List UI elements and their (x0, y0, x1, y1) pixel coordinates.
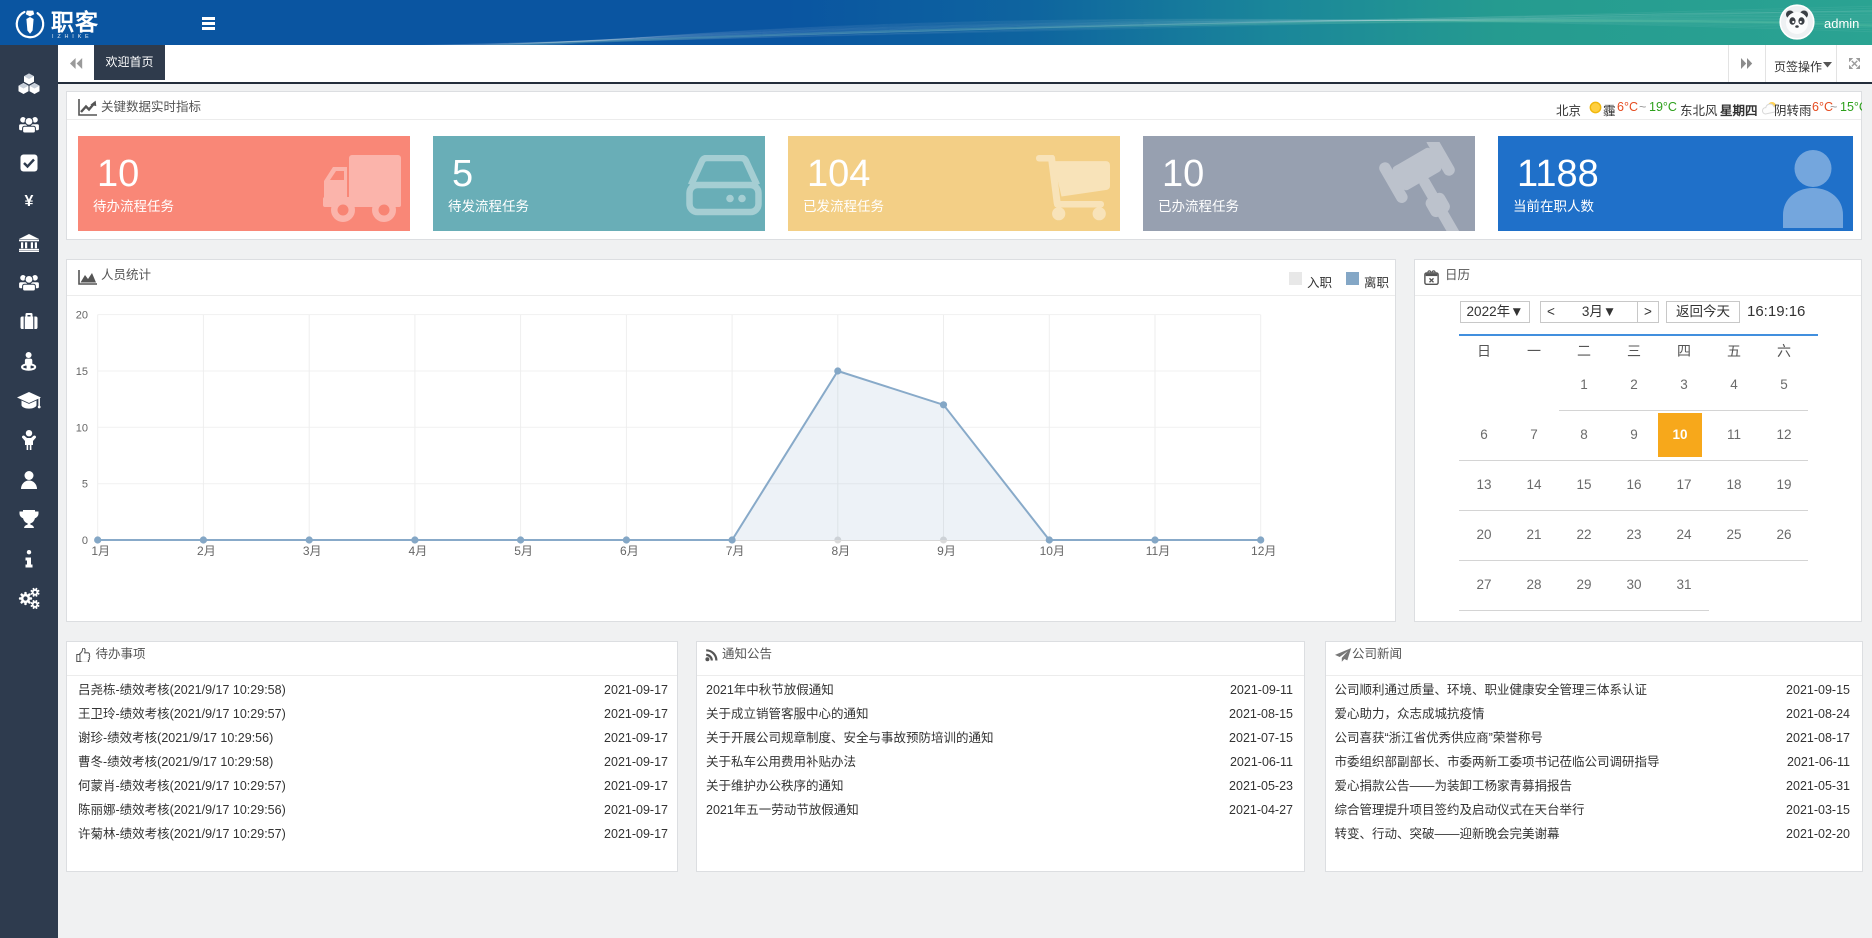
svg-text:8月: 8月 (831, 544, 850, 558)
svg-text:0: 0 (82, 535, 88, 547)
svg-text:5月: 5月 (514, 544, 533, 558)
svg-text:15: 15 (76, 366, 88, 378)
svg-text:1月: 1月 (91, 544, 110, 558)
svg-text:5: 5 (82, 479, 88, 491)
svg-text:7月: 7月 (726, 544, 745, 558)
svg-text:4月: 4月 (409, 544, 428, 558)
svg-text:10月: 10月 (1040, 544, 1065, 558)
svg-text:6月: 6月 (620, 544, 639, 558)
svg-text:12月: 12月 (1251, 544, 1276, 558)
svg-text:10: 10 (76, 422, 88, 434)
svg-text:11月: 11月 (1146, 544, 1170, 558)
svg-text:20: 20 (76, 310, 88, 322)
svg-text:9月: 9月 (937, 544, 956, 558)
svg-text:3月: 3月 (303, 544, 322, 558)
svg-text:2月: 2月 (197, 544, 216, 558)
